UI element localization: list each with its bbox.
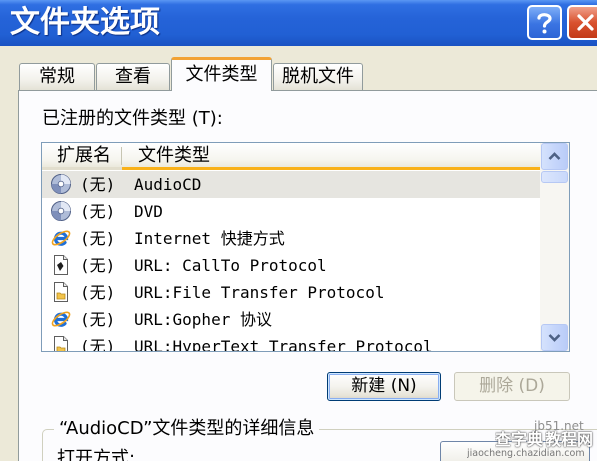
- help-button[interactable]: [527, 5, 562, 40]
- help-icon: [537, 13, 552, 34]
- row-file-type: DVD: [134, 202, 163, 221]
- watermark-brand-left: 查字典: [495, 430, 544, 449]
- watermark-brand-right: 教程网: [545, 430, 594, 449]
- row-file-type: AudioCD: [134, 175, 202, 194]
- scroll-up-button[interactable]: [541, 143, 568, 170]
- column-header-file-type[interactable]: 文件类型: [122, 143, 540, 170]
- row-file-type: URL:HyperText Transfer Protocol: [134, 337, 433, 352]
- registered-file-types-label: 已注册的文件类型 (T):: [42, 108, 223, 129]
- watermark-url: jiaocheng.chazidian.com: [467, 448, 585, 459]
- callto-protocol-icon: [54, 255, 68, 275]
- list-row[interactable]: (无) URL: CallTo Protocol: [42, 252, 540, 279]
- row-file-type: Internet 快捷方式: [134, 229, 285, 248]
- list-row[interactable]: (无) AudioCD: [42, 171, 540, 198]
- row-extension: (无): [80, 337, 116, 352]
- row-extension: (无): [80, 310, 116, 329]
- delete-button[interactable]: 删除 (D): [454, 372, 570, 401]
- tab-file-types[interactable]: 文件类型: [171, 57, 272, 91]
- http-protocol-icon: [54, 336, 68, 351]
- row-file-type: URL:File Transfer Protocol: [134, 283, 385, 302]
- list-row[interactable]: (无) URL:Gopher 协议: [42, 306, 540, 333]
- column-header-extension[interactable]: 扩展名: [42, 143, 122, 170]
- row-extension: (无): [80, 202, 116, 221]
- vertical-scrollbar[interactable]: [540, 143, 569, 351]
- dvd-icon: [51, 201, 71, 221]
- new-button[interactable]: 新建 (N): [327, 372, 441, 401]
- list-row[interactable]: (无) Internet 快捷方式: [42, 225, 540, 252]
- ftp-protocol-icon: [54, 282, 68, 302]
- opens-with-label: 打开方式:: [57, 448, 136, 461]
- file-types-list[interactable]: 扩展名 文件类型 (无) AudioCD (无) DVD (无) Interne…: [41, 142, 570, 352]
- list-row[interactable]: (无) DVD: [42, 198, 540, 225]
- audio-cd-icon: [51, 174, 71, 194]
- details-title: “AudioCD”文件类型的详细信息: [54, 417, 320, 441]
- chevron-down-icon: [548, 334, 561, 342]
- row-extension: (无): [80, 283, 116, 302]
- chevron-up-icon: [548, 152, 561, 160]
- tab-view[interactable]: 查看: [96, 63, 170, 90]
- list-header: 扩展名 文件类型: [42, 143, 540, 170]
- row-file-type: URL: CallTo Protocol: [134, 256, 327, 275]
- close-icon: [577, 14, 594, 31]
- row-extension: (无): [80, 256, 116, 275]
- gopher-protocol-icon: [51, 311, 71, 327]
- row-extension: (无): [80, 229, 116, 248]
- column-divider[interactable]: [121, 147, 122, 165]
- scroll-down-button[interactable]: [541, 324, 568, 351]
- window-title: 文件夹选项: [10, 5, 160, 40]
- tab-offline-files[interactable]: 脱机文件: [273, 63, 363, 90]
- scroll-thumb[interactable]: [541, 171, 568, 183]
- row-extension: (无): [80, 175, 116, 194]
- tab-general[interactable]: 常规: [19, 63, 95, 90]
- row-file-type: URL:Gopher 协议: [134, 310, 272, 329]
- title-bar[interactable]: 文件夹选项: [0, 0, 597, 46]
- list-row[interactable]: (无) URL:File Transfer Protocol: [42, 279, 540, 306]
- list-row[interactable]: (无) URL:HyperText Transfer Protocol: [42, 333, 540, 352]
- close-button[interactable]: [567, 5, 597, 40]
- internet-shortcut-icon: [51, 230, 71, 246]
